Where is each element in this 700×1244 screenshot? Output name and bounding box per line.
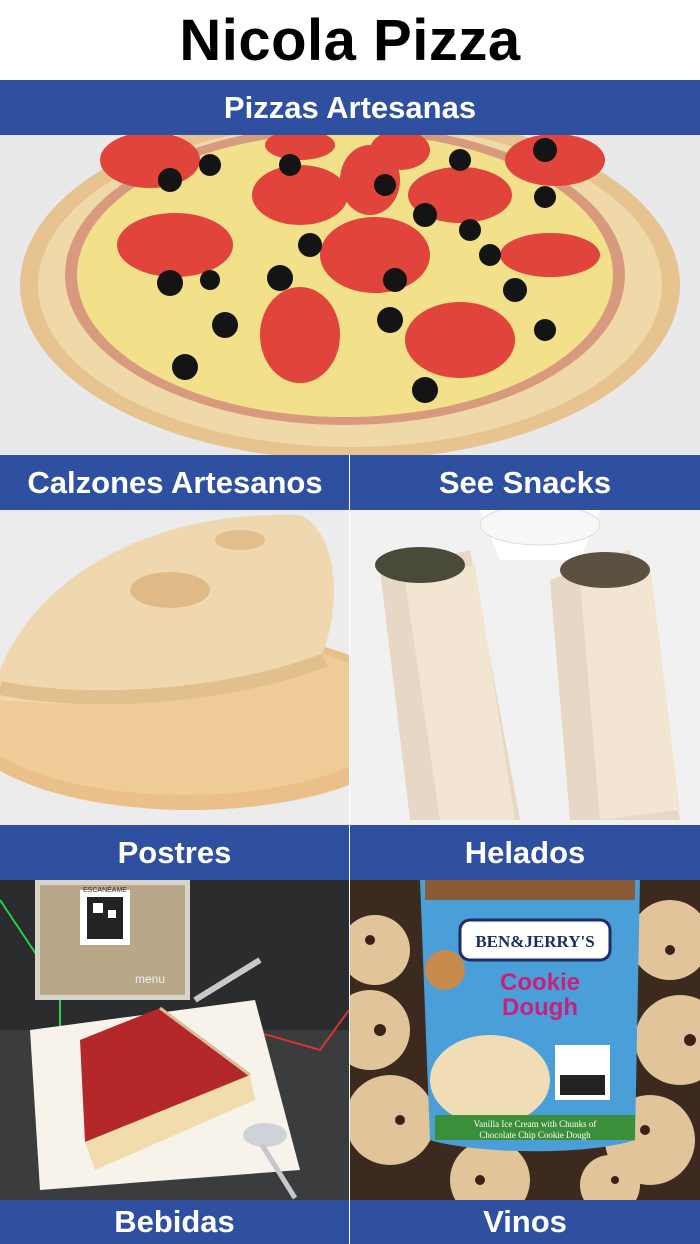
menu-text: menu xyxy=(135,972,165,986)
ice-cream-photo[interactable]: BEN&JERRY'S Cookie Dough Vanilla Ice Cre… xyxy=(350,880,700,1200)
desc-text-2: Chocolate Chip Cookie Dough xyxy=(479,1130,591,1140)
pizza-photo[interactable] xyxy=(0,135,700,455)
wraps-photo[interactable] xyxy=(350,510,700,825)
category-bebidas[interactable]: Bebidas xyxy=(0,1200,349,1244)
category-label: Bebidas xyxy=(114,1204,235,1239)
category-calzones-artesanos[interactable]: Calzones Artesanos xyxy=(0,455,350,510)
category-pizzas-artesanas[interactable]: Pizzas Artesanas xyxy=(0,80,700,135)
app-title: Nicola Pizza xyxy=(179,7,521,73)
category-see-snacks[interactable]: See Snacks xyxy=(350,455,700,510)
brand-text: BEN&JERRY'S xyxy=(475,932,594,951)
category-postres[interactable]: Postres xyxy=(0,825,349,880)
category-label: Vinos xyxy=(483,1204,567,1239)
category-label: Calzones Artesanos xyxy=(27,464,323,500)
category-label: Helados xyxy=(464,834,586,870)
calzone-photo[interactable] xyxy=(0,510,349,825)
category-label: Pizzas Artesanas xyxy=(223,89,477,125)
category-label: See Snacks xyxy=(438,464,612,500)
category-vinos[interactable]: Vinos xyxy=(350,1200,700,1244)
desc-text-1: Vanilla Ice Cream with Chunks of xyxy=(474,1119,597,1129)
scan-me-text: ESCANÉAME xyxy=(83,885,127,894)
category-helados[interactable]: Helados xyxy=(350,825,700,880)
flavor-text-1: Cookie xyxy=(500,969,580,996)
category-label: Postres xyxy=(117,834,232,870)
flavor-text-2: Dough xyxy=(502,994,578,1021)
cheesecake-photo[interactable]: ESCANÉAME menu xyxy=(0,880,349,1200)
